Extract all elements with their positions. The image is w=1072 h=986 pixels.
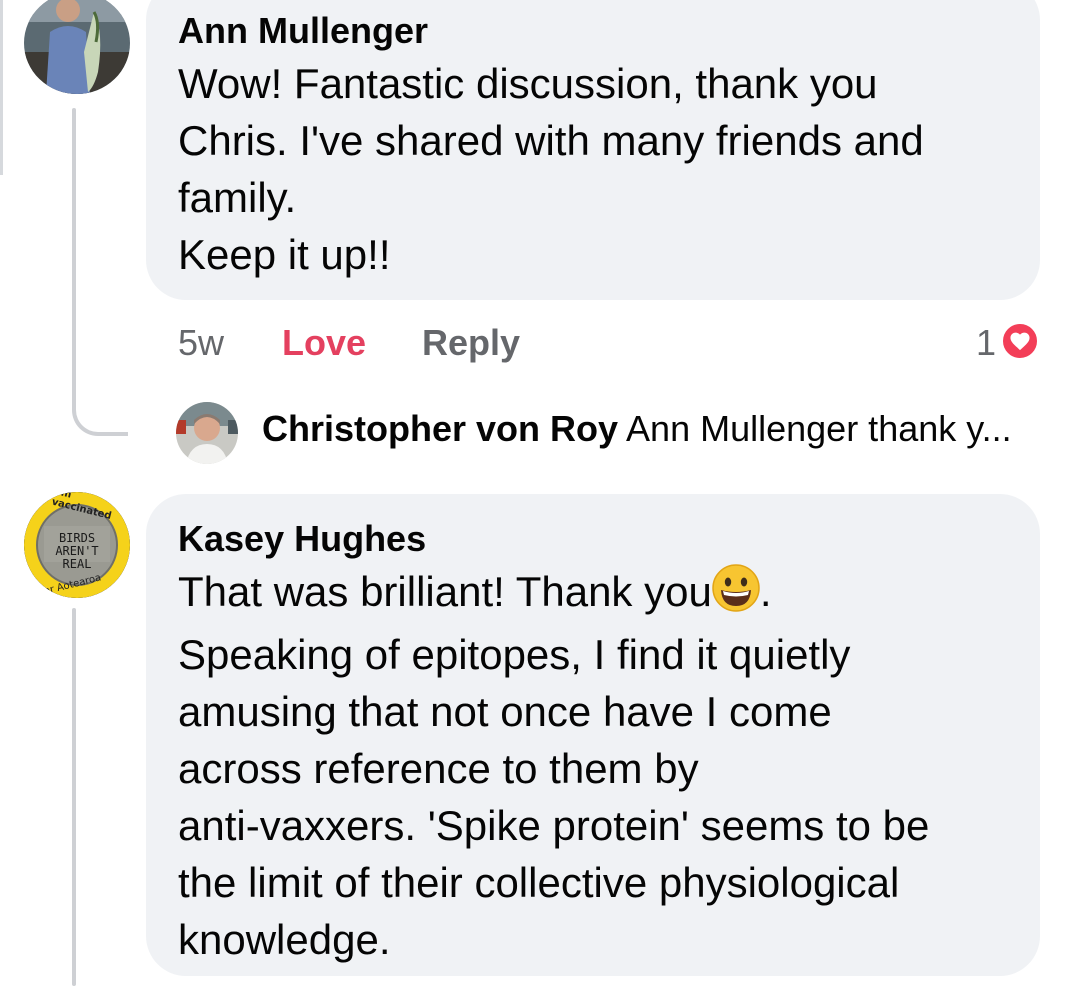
comment-line-text: That was brilliant! Thank you [178, 568, 712, 615]
reply-avatar[interactable] [176, 402, 238, 464]
comment-bubble[interactable]: Kasey Hughes That was brilliant! Thank y… [146, 494, 1040, 976]
avatar-badge-text: BIRDS AREN'T REAL [24, 532, 130, 571]
reply-snippet[interactable]: Ann Mullenger thank y... [626, 408, 1012, 449]
comment-body: That was brilliant! Thank you. Speaking … [178, 563, 1040, 968]
comment-author[interactable]: Ann Mullenger [178, 10, 1040, 52]
thread-connector-line [72, 108, 76, 398]
comment-line: Keep it up!! [178, 231, 391, 278]
comment-timestamp[interactable]: 5w [178, 322, 224, 364]
comment-line: across reference to them by [178, 745, 699, 792]
comment-line: Speaking of epitopes, I find it quietly [178, 631, 851, 678]
panel-edge-divider [0, 0, 3, 175]
comment-line: Wow! Fantastic discussion, thank you [178, 60, 878, 107]
grinning-face-emoji [712, 564, 760, 626]
reply-button[interactable]: Reply [422, 322, 520, 364]
comment-author[interactable]: Kasey Hughes [178, 518, 1040, 560]
badge-line: REAL [62, 557, 92, 571]
comment-actions: 5w Love Reply 1 [178, 318, 1040, 368]
comment-line: amusing that not once have I come [178, 688, 832, 735]
reply-author[interactable]: Christopher von Roy [262, 408, 618, 449]
avatar[interactable] [24, 0, 130, 94]
reaction-count[interactable]: 1 [976, 322, 996, 364]
comment-line: Chris. I've shared with many friends and [178, 117, 924, 164]
heart-icon[interactable] [1000, 321, 1040, 361]
avatar[interactable]: I'm vaccinated BIRDS AREN'T REAL For Aot… [24, 492, 130, 598]
comment-line: anti-vaxxers. 'Spike protein' seems to b… [178, 802, 930, 849]
love-button[interactable]: Love [282, 322, 366, 364]
comment-bubble[interactable]: Ann Mullenger Wow! Fantastic discussion,… [146, 0, 1040, 300]
comment-line-suffix: . [759, 568, 772, 615]
comment-line: knowledge. [178, 916, 391, 963]
comment-line: the limit of their collective physiologi… [178, 859, 900, 906]
comment-thread: Ann Mullenger Wow! Fantastic discussion,… [0, 0, 1072, 986]
comment-line: family. [178, 174, 297, 221]
comment-line: That was brilliant! Thank you. [178, 563, 1040, 626]
thread-connector-line [72, 608, 76, 986]
reply-preview[interactable]: Christopher von Roy Ann Mullenger thank … [262, 408, 1052, 456]
comment-body: Wow! Fantastic discussion, thank you Chr… [178, 55, 1040, 283]
reply-connector-curve [72, 378, 128, 436]
